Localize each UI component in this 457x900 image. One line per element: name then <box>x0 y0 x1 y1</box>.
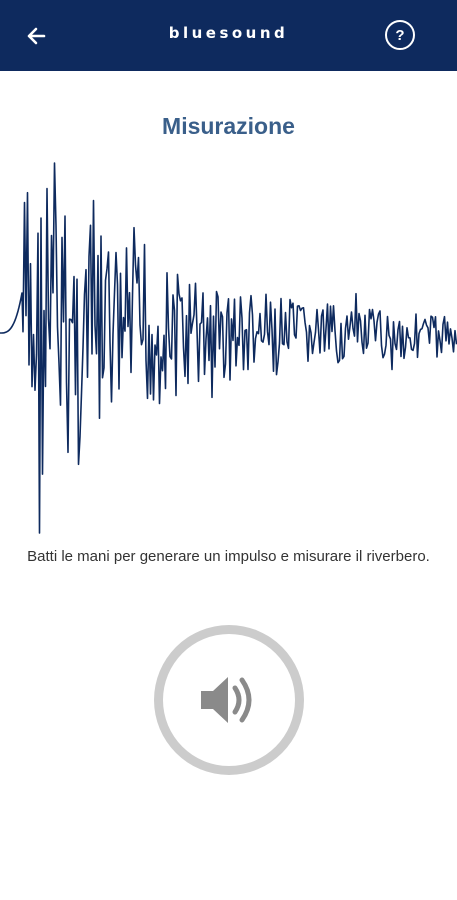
instruction-text: Batti le mani per generare un impulso e … <box>27 548 430 565</box>
impulse-waveform <box>0 162 457 534</box>
measure-button[interactable] <box>154 625 304 775</box>
measure-button-face <box>163 634 295 766</box>
app-bar: bluesound ? <box>0 0 457 71</box>
speaker-icon <box>201 677 252 723</box>
page-title: Misurazione <box>162 113 295 139</box>
help-button[interactable]: ? <box>385 20 415 50</box>
